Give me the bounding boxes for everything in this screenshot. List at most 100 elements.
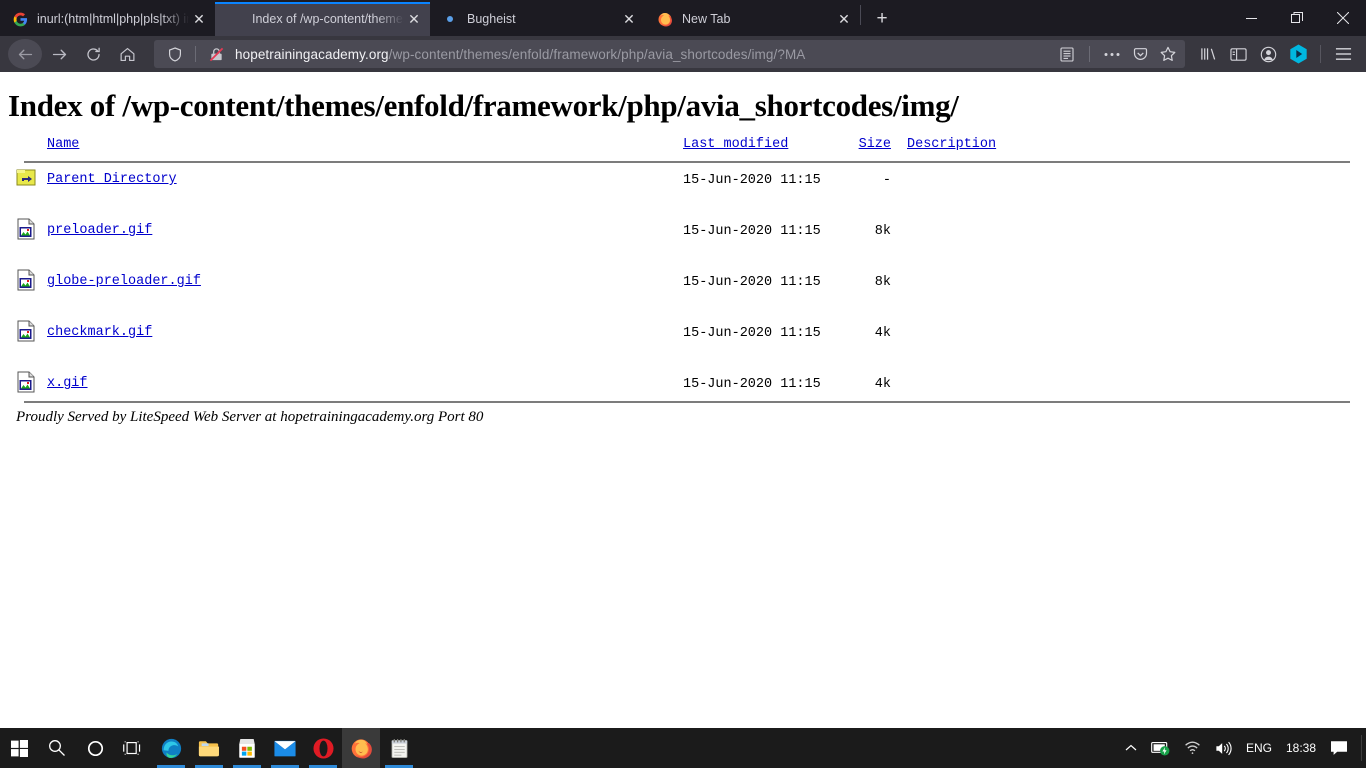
back-button[interactable]: [8, 39, 42, 69]
page-title: Index of /wp-content/themes/enfold/frame…: [8, 88, 959, 123]
last-modified-cell: 15-Jun-2020 11:15: [683, 224, 821, 240]
parent-directory-icon: [16, 167, 36, 189]
home-button[interactable]: [110, 39, 144, 69]
tab-strip: inurl:(htm|html|php|pls|txt) int ✕ Index…: [0, 0, 1366, 36]
size-cell: 4k: [874, 326, 891, 342]
size-cell: 8k: [874, 224, 891, 240]
language-indicator[interactable]: ENG: [1239, 728, 1279, 768]
listing-header-row: Name Last modified Size Description: [16, 132, 1358, 157]
server-signature: Proudly Served by LiteSpeed Web Server a…: [16, 409, 484, 426]
url-divider: [195, 46, 196, 62]
hamburger-menu-icon[interactable]: [1328, 39, 1358, 69]
tab-title: Bugheist: [467, 12, 516, 26]
table-row: x.gif 15-Jun-2020 11:15 4k: [16, 371, 1358, 397]
url-text[interactable]: hopetrainingacademy.org/wp-content/theme…: [235, 47, 1054, 62]
url-bar[interactable]: hopetrainingacademy.org/wp-content/theme…: [154, 40, 1185, 68]
browser-tab-3[interactable]: Bugheist ✕: [430, 2, 645, 36]
action-center-icon[interactable]: [1323, 728, 1355, 768]
clock[interactable]: 18:38: [1279, 728, 1323, 768]
tab-title: New Tab: [682, 12, 731, 26]
reader-view-icon[interactable]: [1054, 42, 1080, 66]
pocket-icon[interactable]: [1127, 42, 1153, 66]
file-name-cell: checkmark.gif: [47, 320, 683, 345]
file-name-cell: preloader.gif: [47, 218, 683, 243]
image-file-icon: [16, 269, 36, 291]
tab-close-icon[interactable]: ✕: [834, 9, 854, 29]
reload-button[interactable]: [76, 39, 110, 69]
tab-separator: [860, 4, 861, 25]
file-link[interactable]: preloader.gif: [47, 223, 152, 238]
image-file-icon: [16, 218, 36, 240]
extension-hexagon-icon[interactable]: [1283, 39, 1313, 69]
parent-directory-link[interactable]: Parent Directory: [47, 172, 177, 187]
firefox-icon[interactable]: [342, 728, 380, 768]
dot-icon: [442, 11, 458, 27]
firefox-icon: [657, 11, 673, 27]
task-view-icon[interactable]: [114, 728, 152, 768]
sort-by-size-link[interactable]: Size: [859, 137, 891, 152]
library-icon[interactable]: [1193, 39, 1223, 69]
broken-lock-icon[interactable]: [203, 42, 229, 66]
url-action-icons: [1054, 42, 1181, 66]
volume-icon[interactable]: [1208, 728, 1239, 768]
star-icon[interactable]: [1155, 42, 1181, 66]
system-tray: ENG 18:38: [1118, 728, 1366, 768]
sidebar-icon[interactable]: [1223, 39, 1253, 69]
toolbar-divider: [1320, 45, 1321, 63]
page-content: Index of /wp-content/themes/enfold/frame…: [0, 72, 1366, 728]
display-battery-icon[interactable]: [1144, 728, 1177, 768]
sort-by-date-link[interactable]: Last modified: [683, 137, 788, 152]
table-row: preloader.gif 15-Jun-2020 11:15 8k: [16, 218, 1358, 244]
show-desktop-button[interactable]: [1361, 735, 1362, 761]
notepad-icon[interactable]: [380, 728, 418, 768]
size-cell: -: [882, 173, 891, 189]
last-modified-cell: 15-Jun-2020 11:15: [683, 326, 821, 342]
windows-start-icon[interactable]: [0, 728, 38, 768]
forward-button[interactable]: [42, 39, 76, 69]
url-divider-2: [1089, 46, 1090, 62]
mail-icon[interactable]: [266, 728, 304, 768]
microsoft-store-icon[interactable]: [228, 728, 266, 768]
table-row: checkmark.gif 15-Jun-2020 11:15 4k: [16, 320, 1358, 346]
file-name-cell: x.gif: [47, 371, 683, 396]
maximize-button[interactable]: [1274, 0, 1320, 36]
sort-by-name-link[interactable]: Name: [47, 137, 79, 152]
url-host: hopetrainingacademy.org: [235, 46, 389, 62]
shield-icon[interactable]: [162, 42, 188, 66]
wifi-icon[interactable]: [1177, 728, 1208, 768]
sort-by-description-link[interactable]: Description: [907, 137, 996, 152]
table-row: Parent Directory 15-Jun-2020 11:15 -: [16, 167, 1358, 193]
image-file-icon: [16, 320, 36, 342]
edge-icon[interactable]: [152, 728, 190, 768]
window-controls: [1228, 0, 1366, 36]
column-header-description: Description: [907, 132, 996, 157]
file-link[interactable]: globe-preloader.gif: [47, 274, 201, 289]
ellipsis-icon[interactable]: [1099, 42, 1125, 66]
close-button[interactable]: [1320, 0, 1366, 36]
column-header-name: Name: [47, 132, 683, 157]
tab-close-icon[interactable]: ✕: [189, 9, 209, 29]
size-cell: 4k: [874, 377, 891, 393]
file-explorer-icon[interactable]: [190, 728, 228, 768]
navigation-toolbar: hopetrainingacademy.org/wp-content/theme…: [0, 36, 1366, 72]
tab-close-icon[interactable]: ✕: [619, 9, 639, 29]
search-icon[interactable]: [38, 728, 76, 768]
browser-tab-2[interactable]: Index of /wp-content/themes/enfo ✕: [215, 2, 430, 36]
tab-title: inurl:(htm|html|php|pls|txt) int: [37, 12, 189, 26]
minimize-button[interactable]: [1228, 0, 1274, 36]
windows-taskbar: ENG 18:38: [0, 728, 1366, 768]
google-icon: [12, 11, 28, 27]
tab-close-icon[interactable]: ✕: [404, 9, 424, 29]
file-name-cell: Parent Directory: [47, 167, 683, 192]
tab-title: Index of /wp-content/themes/enfo: [252, 12, 404, 26]
chevron-up-icon[interactable]: [1118, 728, 1144, 768]
cortana-icon[interactable]: [76, 728, 114, 768]
file-link[interactable]: checkmark.gif: [47, 325, 152, 340]
browser-tab-1[interactable]: inurl:(htm|html|php|pls|txt) int ✕: [0, 2, 215, 36]
file-link[interactable]: x.gif: [47, 376, 88, 391]
browser-tab-4[interactable]: New Tab ✕: [645, 2, 860, 36]
account-icon[interactable]: [1253, 39, 1283, 69]
opera-icon[interactable]: [304, 728, 342, 768]
last-modified-cell: 15-Jun-2020 11:15: [683, 173, 821, 189]
new-tab-button[interactable]: +: [865, 4, 899, 34]
